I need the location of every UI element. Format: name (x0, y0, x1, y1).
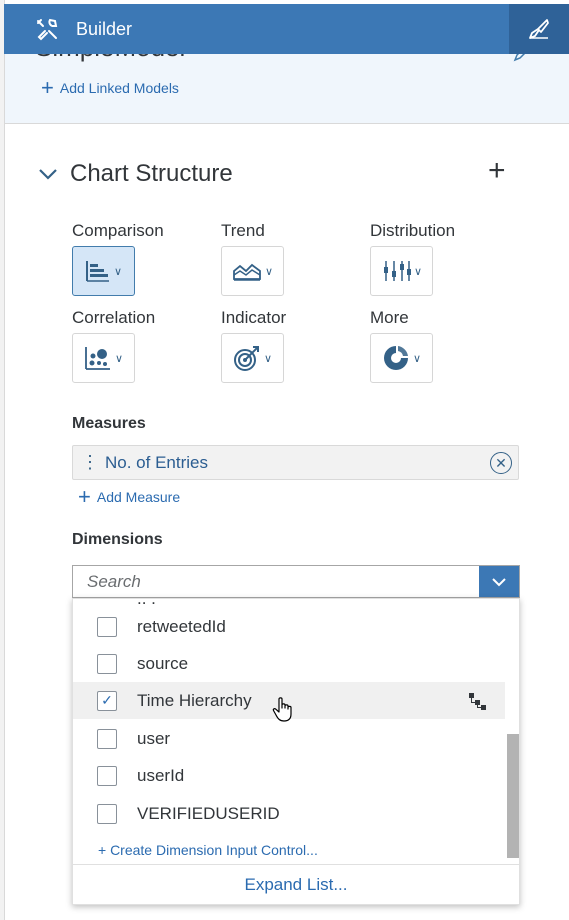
list-item-label: source (137, 653, 189, 673)
checkbox[interactable] (97, 803, 117, 824)
measure-token[interactable]: ⋮ No. of Entries ✕ (72, 445, 519, 480)
builder-header: Builder (4, 4, 569, 54)
list-item[interactable]: user (73, 720, 505, 757)
create-dimension-input-control-link[interactable]: + Create Dimension Input Control... (98, 842, 318, 858)
section-title: Chart Structure (70, 160, 233, 187)
chart-type-label-comparison: Comparison (72, 221, 164, 240)
dimension-dropdown-list: .. . retweetedId source ✓ Time Hierarchy… (72, 598, 520, 905)
chevron-down-icon (492, 577, 506, 586)
paint-brush-icon (529, 19, 549, 39)
add-measure-label: Add Measure (96, 489, 181, 505)
distribution-chart-button[interactable]: ∨ (370, 246, 433, 296)
tools-icon[interactable] (22, 4, 72, 54)
donut-chart-icon (383, 346, 408, 370)
measure-name: No. of Entries (105, 452, 208, 472)
list-item-label: user (137, 728, 171, 748)
list-item[interactable]: source (73, 645, 505, 682)
chart-type-label-trend: Trend (221, 221, 265, 240)
model-area: SimpleModel + Add Linked Models (5, 54, 569, 124)
checkbox[interactable] (97, 728, 117, 749)
add-linked-models-button[interactable]: + Add Linked Models (41, 75, 179, 100)
chart-type-label-distribution: Distribution (370, 221, 456, 240)
chart-type-label-indicator: Indicator (221, 308, 287, 327)
chevron-down-icon: ∨ (263, 352, 273, 365)
add-linked-models-label: Add Linked Models (59, 80, 179, 96)
list-item-label: Time Hierarchy (137, 690, 252, 710)
chart-type-label-more: More (370, 308, 409, 327)
target-icon (233, 346, 259, 371)
chevron-down-icon: ∨ (413, 265, 423, 278)
area-chart-icon (233, 263, 261, 281)
checkbox[interactable] (97, 653, 117, 674)
scatter-chart-icon (85, 347, 110, 370)
list-item[interactable]: retweetedId (73, 608, 505, 645)
list-item-label: retweetedId (137, 616, 226, 636)
checkbox[interactable] (97, 616, 117, 637)
chart-structure-header[interactable]: Chart Structure (38, 160, 233, 188)
plus-icon: + (41, 75, 54, 100)
designer-button[interactable] (509, 4, 569, 54)
chevron-down-icon: ∨ (412, 352, 422, 365)
dimensions-label: Dimensions (72, 531, 163, 548)
chevron-down-icon: ∨ (114, 352, 124, 365)
chevron-down-icon: ∨ (264, 265, 274, 278)
add-icon[interactable]: + (488, 156, 506, 186)
add-measure-button[interactable]: + Add Measure (78, 484, 181, 509)
hand-cursor-icon (272, 697, 292, 722)
list-item[interactable]: VERIFIEDUSERID (73, 795, 505, 832)
expand-list-button[interactable]: Expand List... (73, 864, 519, 904)
indicator-chart-button[interactable]: ∨ (221, 333, 284, 383)
remove-icon[interactable]: ✕ (490, 452, 512, 474)
dropdown-toggle-button[interactable] (479, 566, 519, 597)
box-plot-icon (383, 261, 411, 281)
more-chart-button[interactable]: ∨ (370, 333, 433, 383)
edit-icon[interactable] (513, 54, 529, 62)
list-item-label: VERIFIEDUSERID (137, 803, 280, 823)
chevron-down-icon: ∨ (113, 265, 123, 278)
trend-chart-button[interactable]: ∨ (221, 246, 284, 296)
hierarchy-icon[interactable] (467, 691, 487, 711)
dimension-search (72, 565, 520, 598)
drag-handle-icon[interactable]: ⋮ (81, 452, 99, 473)
builder-title: Builder (76, 18, 133, 39)
bar-chart-icon (85, 261, 109, 282)
search-input[interactable] (73, 566, 473, 597)
chevron-down-icon[interactable] (38, 167, 58, 181)
list-item-label: userId (137, 765, 185, 785)
list-item[interactable]: userId (73, 757, 505, 794)
model-name: SimpleModel (35, 54, 185, 63)
scrollbar[interactable] (507, 734, 519, 858)
plus-icon: + (78, 484, 91, 509)
comparison-chart-button[interactable]: ∨ (72, 246, 135, 296)
measures-label: Measures (72, 415, 146, 432)
chart-type-label-correlation: Correlation (72, 308, 156, 327)
checkbox[interactable]: ✓ (97, 690, 117, 711)
checkbox[interactable] (97, 765, 117, 786)
correlation-chart-button[interactable]: ∨ (72, 333, 135, 383)
